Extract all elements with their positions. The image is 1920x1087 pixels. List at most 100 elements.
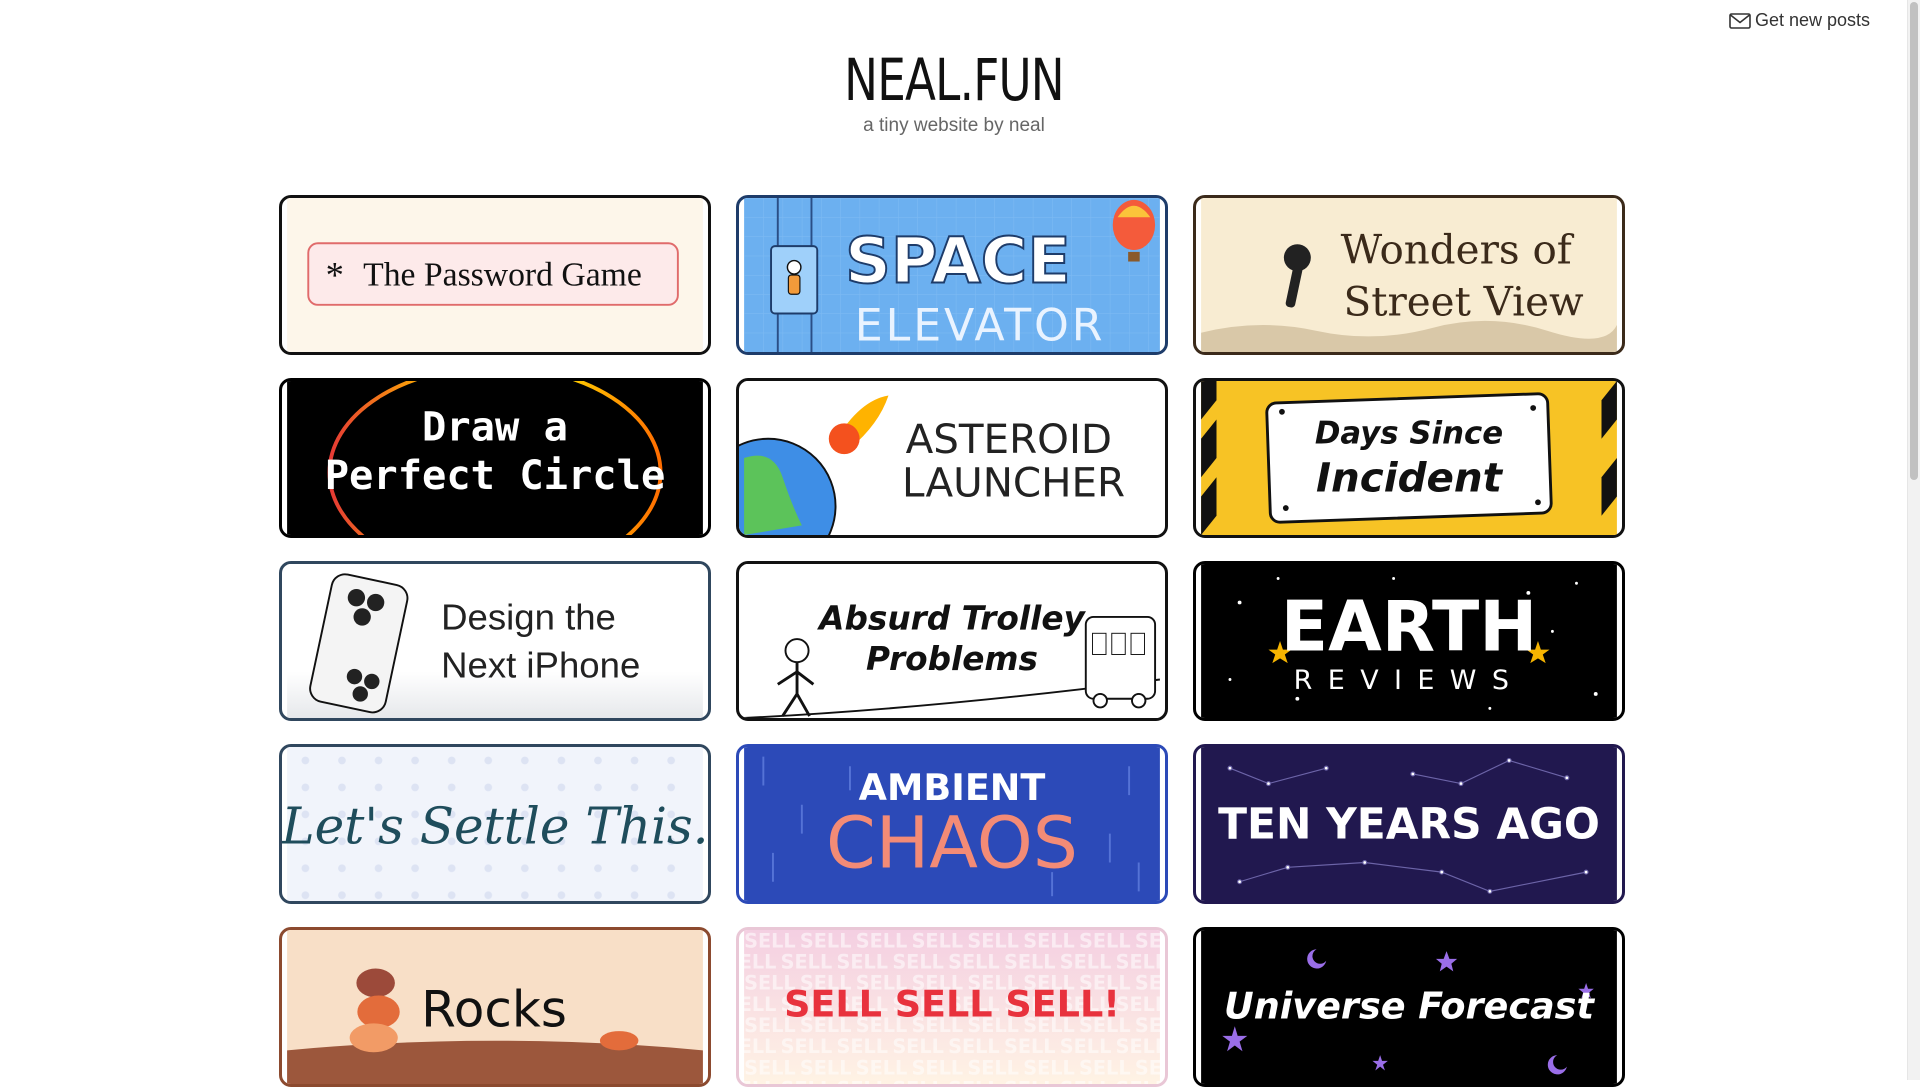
card-rocks[interactable]: Rocks (279, 927, 711, 1087)
sell-bg-word: SELL (837, 1035, 889, 1058)
card-title: TEN YEARS AGO (1218, 799, 1600, 848)
sell-bg-word: SELL (837, 1078, 889, 1084)
sell-bg-word: SELL (1023, 1056, 1075, 1079)
card-ten-years-ago[interactable]: TEN YEARS AGO (1193, 744, 1625, 904)
card-sell-sell-sell[interactable]: SELLSELLSELLSELLSELLSELLSELLSELLSELLSELL… (736, 927, 1168, 1087)
sell-bg-word: SELL (739, 1078, 776, 1084)
sell-bg-word: SELL (948, 1078, 1000, 1084)
sell-sell-sell-artwork: SELLSELLSELLSELLSELLSELLSELLSELLSELLSELL… (739, 930, 1165, 1084)
trolley-problems-artwork: Absurd Trolley Problems (744, 564, 1161, 718)
page-scrollbar[interactable] (1907, 0, 1920, 1080)
sell-bg-word: SELL (892, 1035, 944, 1058)
sell-bg-word: SELL (1135, 1056, 1165, 1079)
card-days-since-incident[interactable]: Days Since Incident (1193, 378, 1625, 538)
sell-bg-word: SELL (912, 930, 964, 952)
card-trolley-problems[interactable]: Absurd Trolley Problems (736, 561, 1168, 721)
card-title: Universe Forecast (1224, 985, 1595, 1028)
card-space-elevator[interactable]: SPACE ELEVATOR (736, 195, 1168, 355)
sell-bg-word: SELL (856, 930, 908, 952)
card-password-game[interactable]: * The Password Game (279, 195, 711, 355)
card-title-line2: REVIEWS (1294, 665, 1525, 696)
card-title-line2: Incident (1316, 454, 1504, 502)
mail-icon (1729, 12, 1751, 29)
site-subtitle: a tiny website by neal (863, 115, 1045, 136)
sell-bg-word: SELL (1079, 930, 1131, 952)
sell-bg-word: SELL (781, 951, 833, 974)
password-game-artwork: * The Password Game (287, 198, 703, 352)
sell-bg-word: SELL (739, 951, 776, 974)
sell-bg-word: SELL (1116, 993, 1165, 1016)
ambient-chaos-artwork: AMBIENT CHAOS (744, 747, 1160, 901)
ten-years-ago-artwork: TEN YEARS AGO (1201, 747, 1617, 901)
sell-bg-word: SELL (1060, 951, 1112, 974)
card-title-line2: Street View (1344, 277, 1584, 325)
site-header: NEAL.FUN a tiny website by neal (0, 46, 1908, 137)
sell-bg-word: SELL (1116, 1078, 1165, 1084)
sell-bg-word: SELL (739, 1035, 776, 1058)
sell-bg-word: SELL (948, 951, 1000, 974)
card-title-line2: Problems (866, 640, 1038, 678)
card-title-line1: SPACE (845, 224, 1071, 298)
card-design-iphone[interactable]: Design the Next iPhone (279, 561, 711, 721)
universe-forecast-artwork: Universe Forecast (1201, 930, 1617, 1084)
sell-bg-word: SELL (1004, 951, 1056, 974)
perfect-circle-artwork: Draw a Perfect Circle (287, 381, 703, 535)
card-title-line2: ELEVATOR (855, 300, 1106, 351)
days-since-incident-artwork: Days Since Incident (1201, 381, 1617, 535)
sell-bg-word: SELL (892, 1078, 944, 1084)
sell-bg-word: SELL (1004, 1078, 1056, 1084)
card-perfect-circle[interactable]: Draw a Perfect Circle (279, 378, 711, 538)
sell-bg-word: SELL (837, 951, 889, 974)
sell-bg-word: SELL (800, 1056, 852, 1079)
sell-bg-word: SELL (1023, 930, 1075, 952)
card-title-line1: Draw a (422, 403, 568, 451)
card-settle-this[interactable]: Let's Settle This. (279, 744, 711, 904)
site-title[interactable]: NEAL.FUN (210, 46, 1698, 114)
card-ambient-chaos[interactable]: AMBIENT CHAOS (736, 744, 1168, 904)
projects-grid: * The Password Game SPACE ELEVATOR Wonde… (279, 195, 1625, 1087)
card-title-line2: Next iPhone (441, 645, 640, 686)
sell-bg-word: SELL (739, 993, 776, 1016)
card-asteroid-launcher[interactable]: ASTEROID LAUNCHER (736, 378, 1168, 538)
card-title: The Password Game (363, 257, 642, 294)
card-earth-reviews[interactable]: EARTH REVIEWS (1193, 561, 1625, 721)
sell-bg-word: SELL (744, 930, 796, 952)
sell-bg-word: SELL (1060, 1035, 1112, 1058)
rocks-artwork: Rocks (287, 930, 703, 1084)
sell-bg-word: SELL (1060, 1078, 1112, 1084)
card-title-line1: ASTEROID (906, 415, 1112, 463)
scrollbar-thumb[interactable] (1910, 2, 1918, 480)
sell-bg-word: SELL (856, 1056, 908, 1079)
sell-bg-word: SELL (892, 951, 944, 974)
get-new-posts-link[interactable]: Get new posts (1729, 10, 1870, 31)
sell-bg-word: SELL (781, 1035, 833, 1058)
sell-bg-word: SELL (1135, 1014, 1165, 1037)
card-title-line1: Days Since (1315, 416, 1503, 452)
sell-bg-word: SELL (948, 1035, 1000, 1058)
sell-bg-word: SELL (912, 1056, 964, 1079)
card-title-line1: Design the (441, 596, 616, 637)
card-title-line2: CHAOS (826, 801, 1078, 884)
card-title: SELL SELL SELL! (784, 983, 1120, 1026)
card-title-line1: Absurd Trolley (816, 599, 1086, 637)
sell-bg-word: SELL (967, 930, 1019, 952)
password-star: * (326, 255, 344, 296)
space-elevator-artwork: SPACE ELEVATOR (744, 198, 1160, 352)
sell-bg-word: SELL (1116, 951, 1165, 974)
card-street-view[interactable]: Wonders of Street View (1193, 195, 1625, 355)
get-new-posts-label: Get new posts (1754, 10, 1870, 30)
street-view-artwork: Wonders of Street View (1201, 198, 1617, 352)
card-title-line2: Perfect Circle (325, 451, 666, 499)
sell-bg-word: SELL (1135, 972, 1165, 995)
asteroid-launcher-artwork: ASTEROID LAUNCHER (739, 381, 1160, 535)
card-universe-forecast[interactable]: Universe Forecast (1193, 927, 1625, 1087)
earth-reviews-artwork: EARTH REVIEWS (1201, 564, 1617, 718)
sell-bg-word: SELL (1079, 1056, 1131, 1079)
card-title: Let's Settle This. (282, 797, 708, 855)
card-title-line1: Wonders of (1341, 225, 1575, 273)
sell-bg-word: SELL (1116, 1035, 1165, 1058)
sell-bg-word: SELL (800, 930, 852, 952)
sell-bg-word: SELL (781, 1078, 833, 1084)
sell-bg-word: SELL (967, 1056, 1019, 1079)
settle-this-artwork: Let's Settle This. (282, 747, 708, 901)
